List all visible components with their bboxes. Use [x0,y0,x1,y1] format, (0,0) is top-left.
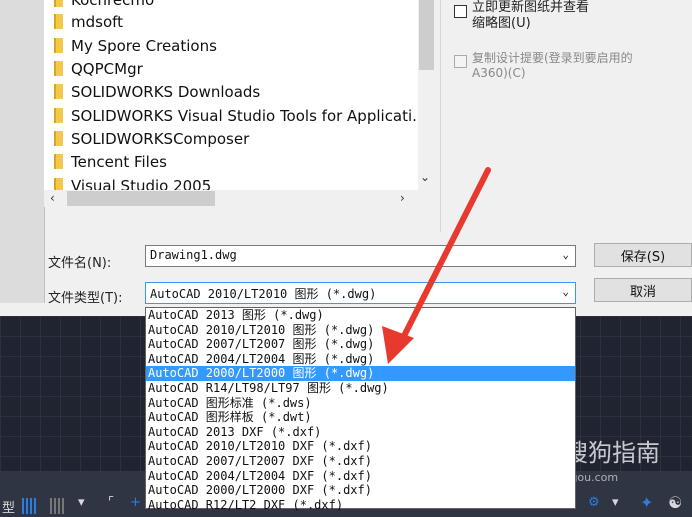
arrow-shaft [399,167,491,343]
annotation-arrow [382,167,491,364]
